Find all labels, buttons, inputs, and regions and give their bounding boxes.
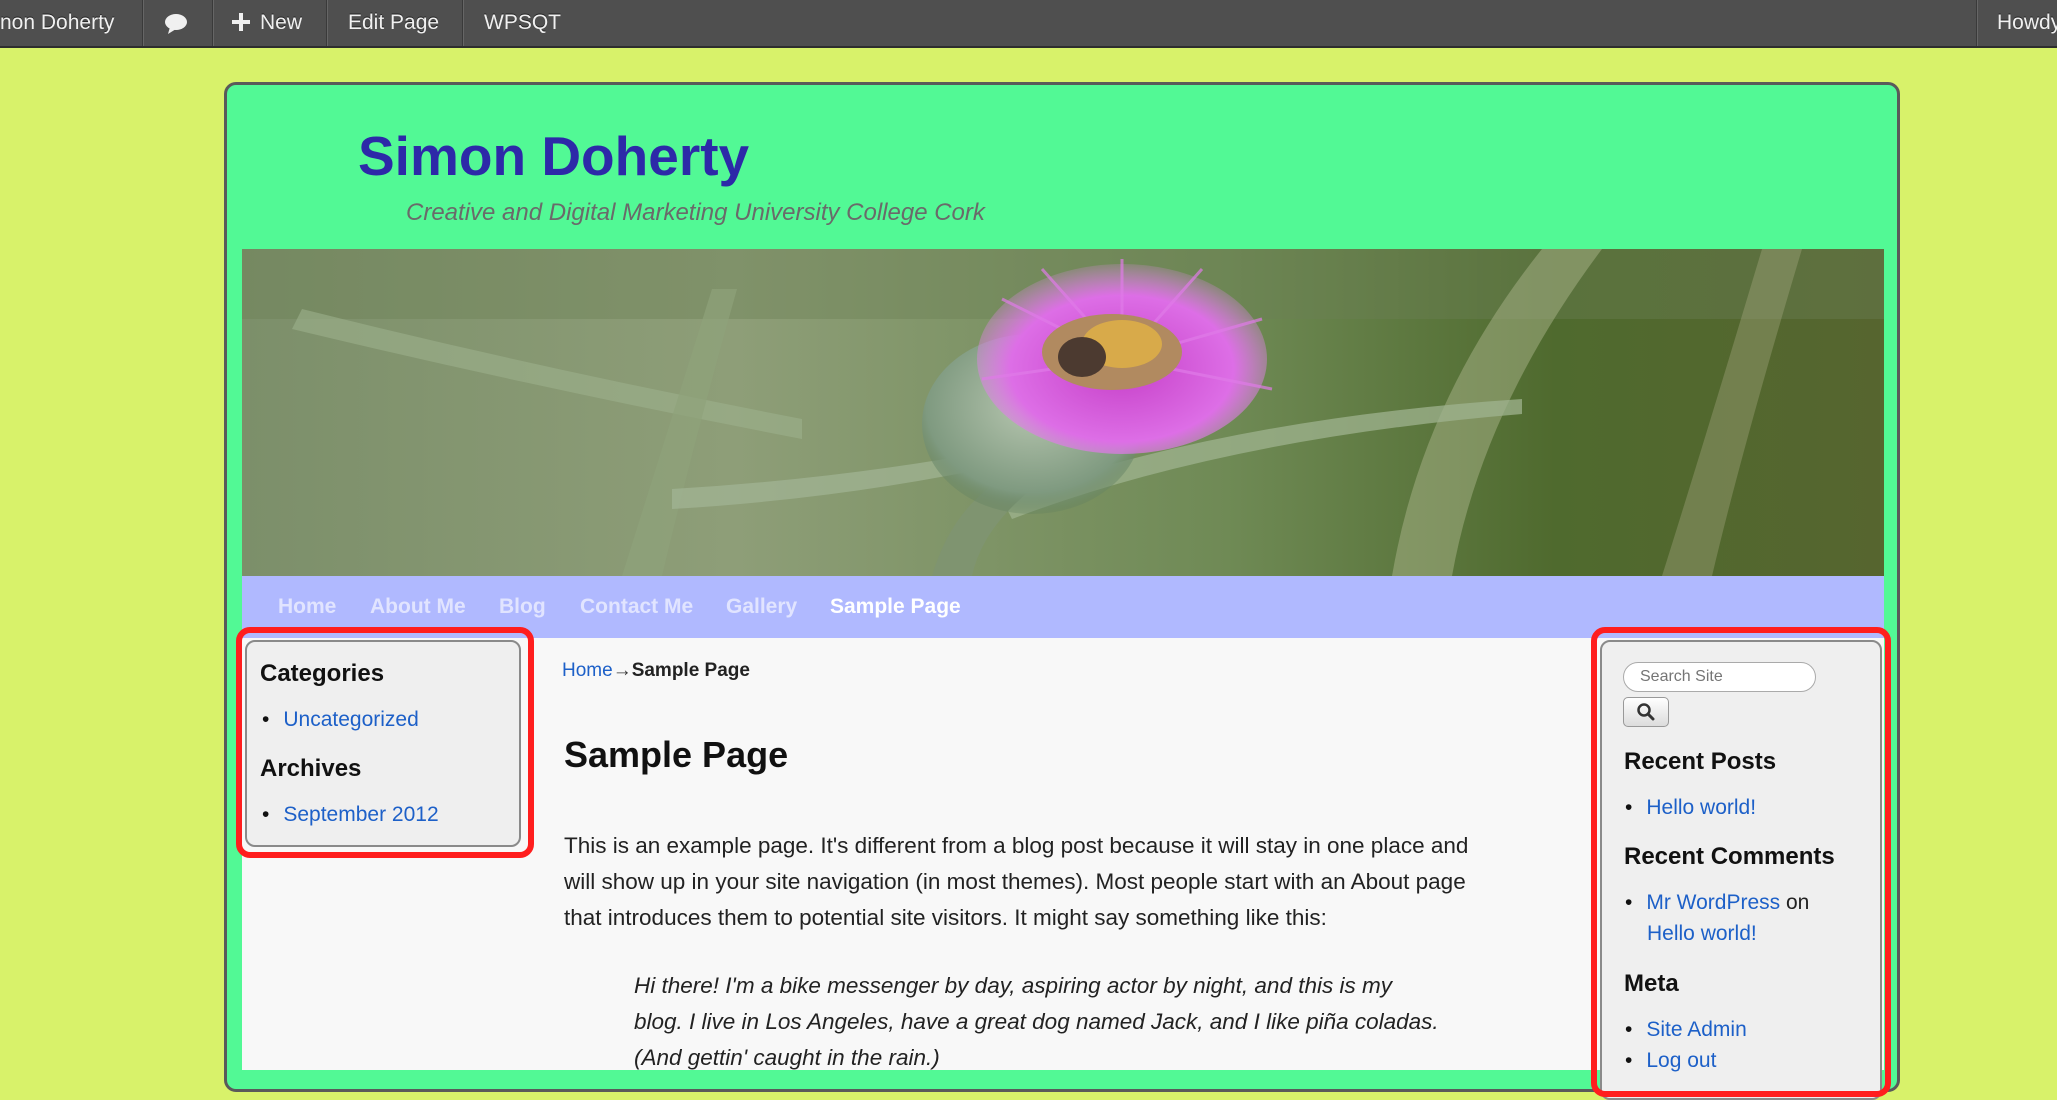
wpsqt-menu[interactable]: WPSQT <box>484 0 561 46</box>
comment-on-text: on <box>1786 891 1810 914</box>
list-item: • Uncategorized <box>262 708 419 732</box>
nav-home[interactable]: Home <box>278 576 336 638</box>
howdy-account-menu[interactable]: Howdy <box>1997 0 2057 46</box>
quote-line: blog. I live in Los Angeles, have a grea… <box>634 1009 1439 1034</box>
new-label: New <box>260 11 303 34</box>
nav-blog[interactable]: Blog <box>499 576 546 638</box>
categories-heading: Categories <box>260 660 385 687</box>
comment-author-link[interactable]: Mr WordPress <box>1646 891 1780 914</box>
thistle-photo <box>242 249 1884 576</box>
breadcrumb-current: Sample Page <box>631 660 750 681</box>
edit-page-button[interactable]: Edit Page <box>348 0 439 46</box>
log-out-link[interactable]: Log out <box>1646 1049 1716 1072</box>
admin-bar-separator <box>212 0 213 46</box>
nav-gallery[interactable]: Gallery <box>726 576 797 638</box>
meta-heading: Meta <box>1624 970 1679 997</box>
admin-bar-site-name[interactable]: non Doherty <box>0 0 114 46</box>
bullet: • <box>262 803 270 826</box>
comment-post-link[interactable]: Hello world! <box>1647 922 1757 945</box>
nav-contact-me[interactable]: Contact Me <box>580 576 693 638</box>
site-admin-link[interactable]: Site Admin <box>1646 1018 1746 1041</box>
nav-about-me[interactable]: About Me <box>370 576 466 638</box>
category-link-uncategorized[interactable]: Uncategorized <box>283 708 418 731</box>
quote-line: (And gettin' caught in the rain.) <box>634 1045 940 1070</box>
search-input[interactable] <box>1623 662 1816 692</box>
comments-button[interactable] <box>162 0 194 46</box>
list-item: • September 2012 <box>262 803 439 827</box>
search-icon <box>1637 703 1655 721</box>
page-blockquote: Hi there! I'm a bike messenger by day, a… <box>634 968 1534 1076</box>
quote-line: Hi there! I'm a bike messenger by day, a… <box>634 973 1392 998</box>
breadcrumb-home-link[interactable]: Home <box>562 660 613 681</box>
paragraph-line: that introduces them to potential site v… <box>564 905 1327 930</box>
page-paragraph: This is an example page. It's different … <box>564 828 1564 936</box>
search-button[interactable] <box>1623 697 1669 727</box>
header-image <box>242 249 1884 576</box>
paragraph-line: This is an example page. It's different … <box>564 833 1469 858</box>
list-item: • Mr WordPress on <box>1625 891 1809 915</box>
site-description: Creative and Digital Marketing Universit… <box>406 199 985 226</box>
site-title[interactable]: Simon Doherty <box>358 124 749 188</box>
paragraph-line: will show up in your site navigation (in… <box>564 869 1466 894</box>
page-title: Sample Page <box>564 734 789 775</box>
admin-bar: non Doherty New Edit Page WPSQT Howdy <box>0 0 2057 48</box>
bullet: • <box>1625 1018 1633 1041</box>
recent-comments-heading: Recent Comments <box>1624 843 1835 870</box>
breadcrumb: Home→Sample Page <box>562 660 750 682</box>
admin-bar-separator <box>326 0 327 46</box>
nav-sample-page[interactable]: Sample Page <box>830 576 961 638</box>
comment-bubble-icon <box>165 14 187 34</box>
admin-bar-separator <box>1976 0 1977 46</box>
admin-bar-separator <box>462 0 463 46</box>
list-item: • Log out <box>1625 1049 1716 1073</box>
archive-link-september-2012[interactable]: September 2012 <box>283 803 438 826</box>
recent-posts-heading: Recent Posts <box>1624 748 1777 775</box>
admin-bar-separator <box>142 0 143 46</box>
bullet: • <box>1625 891 1633 914</box>
recent-post-link[interactable]: Hello world! <box>1646 796 1756 819</box>
plus-icon <box>232 13 250 31</box>
list-item-continuation: Hello world! <box>1647 922 1757 946</box>
bullet: • <box>1625 796 1633 819</box>
new-content-button[interactable]: New <box>232 0 302 46</box>
list-item: • Site Admin <box>1625 1018 1747 1042</box>
bullet: • <box>262 708 270 731</box>
main-navigation: Home About Me Blog Contact Me Gallery Sa… <box>242 576 1884 638</box>
list-item: • Hello world! <box>1625 796 1756 820</box>
archives-heading: Archives <box>260 755 362 782</box>
bullet: • <box>1625 1049 1633 1072</box>
breadcrumb-separator: → <box>612 660 632 681</box>
